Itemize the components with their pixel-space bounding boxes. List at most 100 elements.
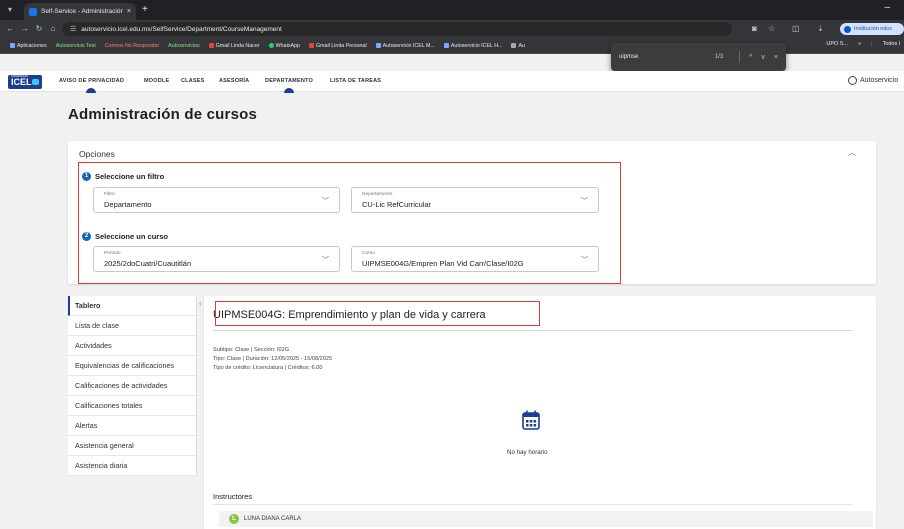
nav-clases[interactable]: CLASES	[181, 78, 205, 84]
find-next-icon[interactable]: v	[761, 54, 765, 61]
instructor-avatar: L	[229, 514, 239, 524]
chevron-down-icon: ﹀	[322, 257, 329, 264]
window-minimize-button[interactable]: –	[884, 2, 890, 13]
bookmark-item[interactable]: Au	[511, 43, 525, 49]
user-menu[interactable]: Autoservicio	[848, 76, 898, 85]
bookmark-partial[interactable]: UPO S...	[826, 41, 848, 47]
course-credit: Tipo de crédito: Licenciatura | Créditos…	[213, 365, 323, 371]
filtro-select[interactable]: Filtro Departamento ﹀	[93, 187, 340, 213]
sidebar-item-actividades[interactable]: Actividades	[68, 336, 196, 356]
whatsapp-icon	[268, 43, 274, 48]
address-bar[interactable]: ☰ autoservicio.icel.edu.mx/SelfService/D…	[62, 22, 732, 36]
bookmark-label: Autoservicio Test	[55, 42, 96, 49]
bookmark-star-icon[interactable]: ☆	[768, 24, 775, 34]
nav-lista-tareas[interactable]: LISTA DE TAREAS	[330, 78, 381, 84]
bookmarks-bar-right: UPO S... » | Todos l	[826, 41, 900, 47]
bookmark-item[interactable]: Autoservicios	[168, 43, 200, 49]
sidebar-item-alertas[interactable]: Alertas	[68, 416, 196, 436]
bookmark-item[interactable]: Autoservicio ICEL M...	[375, 42, 435, 49]
bookmark-item[interactable]: Autoservicio ICEL H...	[443, 42, 503, 49]
departamento-select[interactable]: Departamento CU-Lic RefCurricular ﹀	[351, 187, 599, 213]
bookmark-item[interactable]: Autoservicio Test	[56, 43, 96, 49]
bookmark-label: Gmail Linda Nacer	[215, 42, 260, 49]
highlight-box-course-title	[215, 301, 540, 326]
nav-aviso-privacidad[interactable]: AVISO DE PRIVACIDAD	[59, 78, 124, 84]
chevron-down-icon: ﹀	[581, 198, 588, 205]
translate-icon[interactable]: ◙	[752, 24, 757, 34]
bookmark-label: Autoservicio ICEL M...	[382, 42, 435, 49]
select-label: Curso	[362, 251, 375, 256]
more-bookmarks-icon[interactable]: »	[858, 41, 861, 47]
chevron-down-icon: ﹀	[322, 198, 329, 205]
find-close-icon[interactable]: ×	[774, 54, 778, 61]
no-schedule-text: No hay horario	[507, 449, 548, 456]
find-match-count: 1/3	[714, 54, 724, 60]
periodo-select[interactable]: Periodo 2025/2doCuatri/Cuautitlán ﹀	[93, 246, 340, 272]
extensions-icon[interactable]: ◫	[792, 24, 800, 34]
sidebar-item-asistencia-diaria[interactable]: Asistencia diaria	[68, 456, 196, 476]
bookmark-item[interactable]: WhatsApp	[268, 42, 300, 49]
logo-small-text: UNIVERSIDAD	[11, 75, 29, 78]
tab-search-icon[interactable]: ▾	[4, 4, 16, 16]
step-select-filter: 1 Seleccione un filtro	[82, 172, 164, 181]
calendar-icon	[522, 410, 540, 430]
forward-arrow-icon[interactable]: →	[19, 23, 31, 35]
nav-indicator-active	[284, 88, 294, 93]
new-tab-button[interactable]: +	[142, 4, 148, 16]
downloads-icon[interactable]: ⇣	[817, 24, 824, 34]
sidebar-item-lista-clase[interactable]: Lista de clase	[68, 316, 196, 336]
gmail-icon	[308, 43, 314, 48]
find-input[interactable]: uipmse	[619, 54, 715, 60]
all-bookmarks-link[interactable]: Todos l	[883, 41, 900, 47]
browser-toolbar: ← → ↻ ⌂ ☰ autoservicio.icel.edu.mx/SelfS…	[0, 20, 904, 38]
browser-tab[interactable]: Self-Service - Administración c ×	[24, 3, 136, 20]
bookmark-item[interactable]: Gmail Linda Personal	[308, 42, 367, 49]
tab-close-icon[interactable]: ×	[127, 8, 131, 15]
bookmark-label: Autoservicio ICEL H...	[450, 42, 503, 49]
step-select-course: 2 Seleccione un curso	[82, 232, 168, 241]
browser-tab-strip: ▾ Self-Service - Administración c × + –	[0, 0, 904, 20]
select-label: Departamento	[362, 192, 393, 197]
logo-mark-icon	[32, 79, 39, 85]
bookmark-item[interactable]: Correos No Responder	[105, 43, 159, 49]
user-icon	[848, 76, 857, 85]
page-title: Administración de cursos	[68, 106, 258, 123]
find-previous-icon[interactable]: ^	[749, 54, 752, 61]
course-subtype: Subtipo: Clase | Sección: I02G	[213, 347, 290, 353]
curso-select[interactable]: Curso UIPMSE004G/Empren Plan Vid Carr/Cl…	[351, 246, 599, 272]
sidebar-item-calif-actividades[interactable]: Calificaciones de actividades	[68, 376, 196, 396]
collapse-sidebar-chevron-icon[interactable]: ‹	[199, 299, 202, 308]
bookmark-label: WhatsApp	[275, 42, 300, 49]
step-number-badge: 1	[82, 172, 91, 181]
back-arrow-icon[interactable]: ←	[4, 23, 16, 35]
find-divider	[739, 51, 741, 63]
nav-indicator-left	[86, 88, 96, 93]
bookmark-item[interactable]: Gmail Linda Nacer	[208, 42, 260, 49]
sidebar-item-calif-totales[interactable]: Calificaciones totales	[68, 396, 196, 416]
instructor-row: L LUNA DIANA CARLA	[219, 511, 873, 527]
gmail-icon	[208, 43, 214, 48]
nav-moodle[interactable]: MOODLE	[144, 78, 169, 84]
sidebar-item-tablero[interactable]: Tablero	[68, 296, 196, 316]
options-title: Opciones	[79, 149, 115, 159]
select-value: 2025/2doCuatri/Cuautitlán	[104, 259, 192, 268]
profile-button[interactable]: Institución educ	[840, 23, 904, 35]
bookmark-label: Gmail Linda Personal	[315, 42, 367, 49]
bookmarks-separator: |	[871, 41, 873, 47]
icel-logo[interactable]: UNIVERSIDAD ICEL	[8, 75, 42, 89]
nav-departamento[interactable]: DEPARTAMENTO	[265, 78, 313, 84]
sidebar-item-asistencia-general[interactable]: Asistencia general	[68, 436, 196, 456]
apps-grid-icon	[10, 43, 15, 48]
home-icon[interactable]: ⌂	[47, 23, 59, 35]
sidebar-item-equivalencias[interactable]: Equivalencias de calificaciones	[68, 356, 196, 376]
nav-asesoria[interactable]: ASESORÍA	[219, 78, 249, 84]
collapse-chevron-up-icon[interactable]: ︿	[848, 147, 856, 158]
site-info-icon[interactable]: ☰	[70, 25, 76, 33]
divider	[213, 504, 853, 505]
reload-icon[interactable]: ↻	[33, 23, 45, 35]
bookmark-label: Autoservicios	[168, 42, 200, 49]
bookmark-label: Aplicaciones	[17, 42, 47, 49]
bookmark-item[interactable]: Aplicaciones	[10, 43, 47, 49]
divider	[213, 330, 853, 331]
instructors-heading: Instructores	[213, 492, 253, 501]
